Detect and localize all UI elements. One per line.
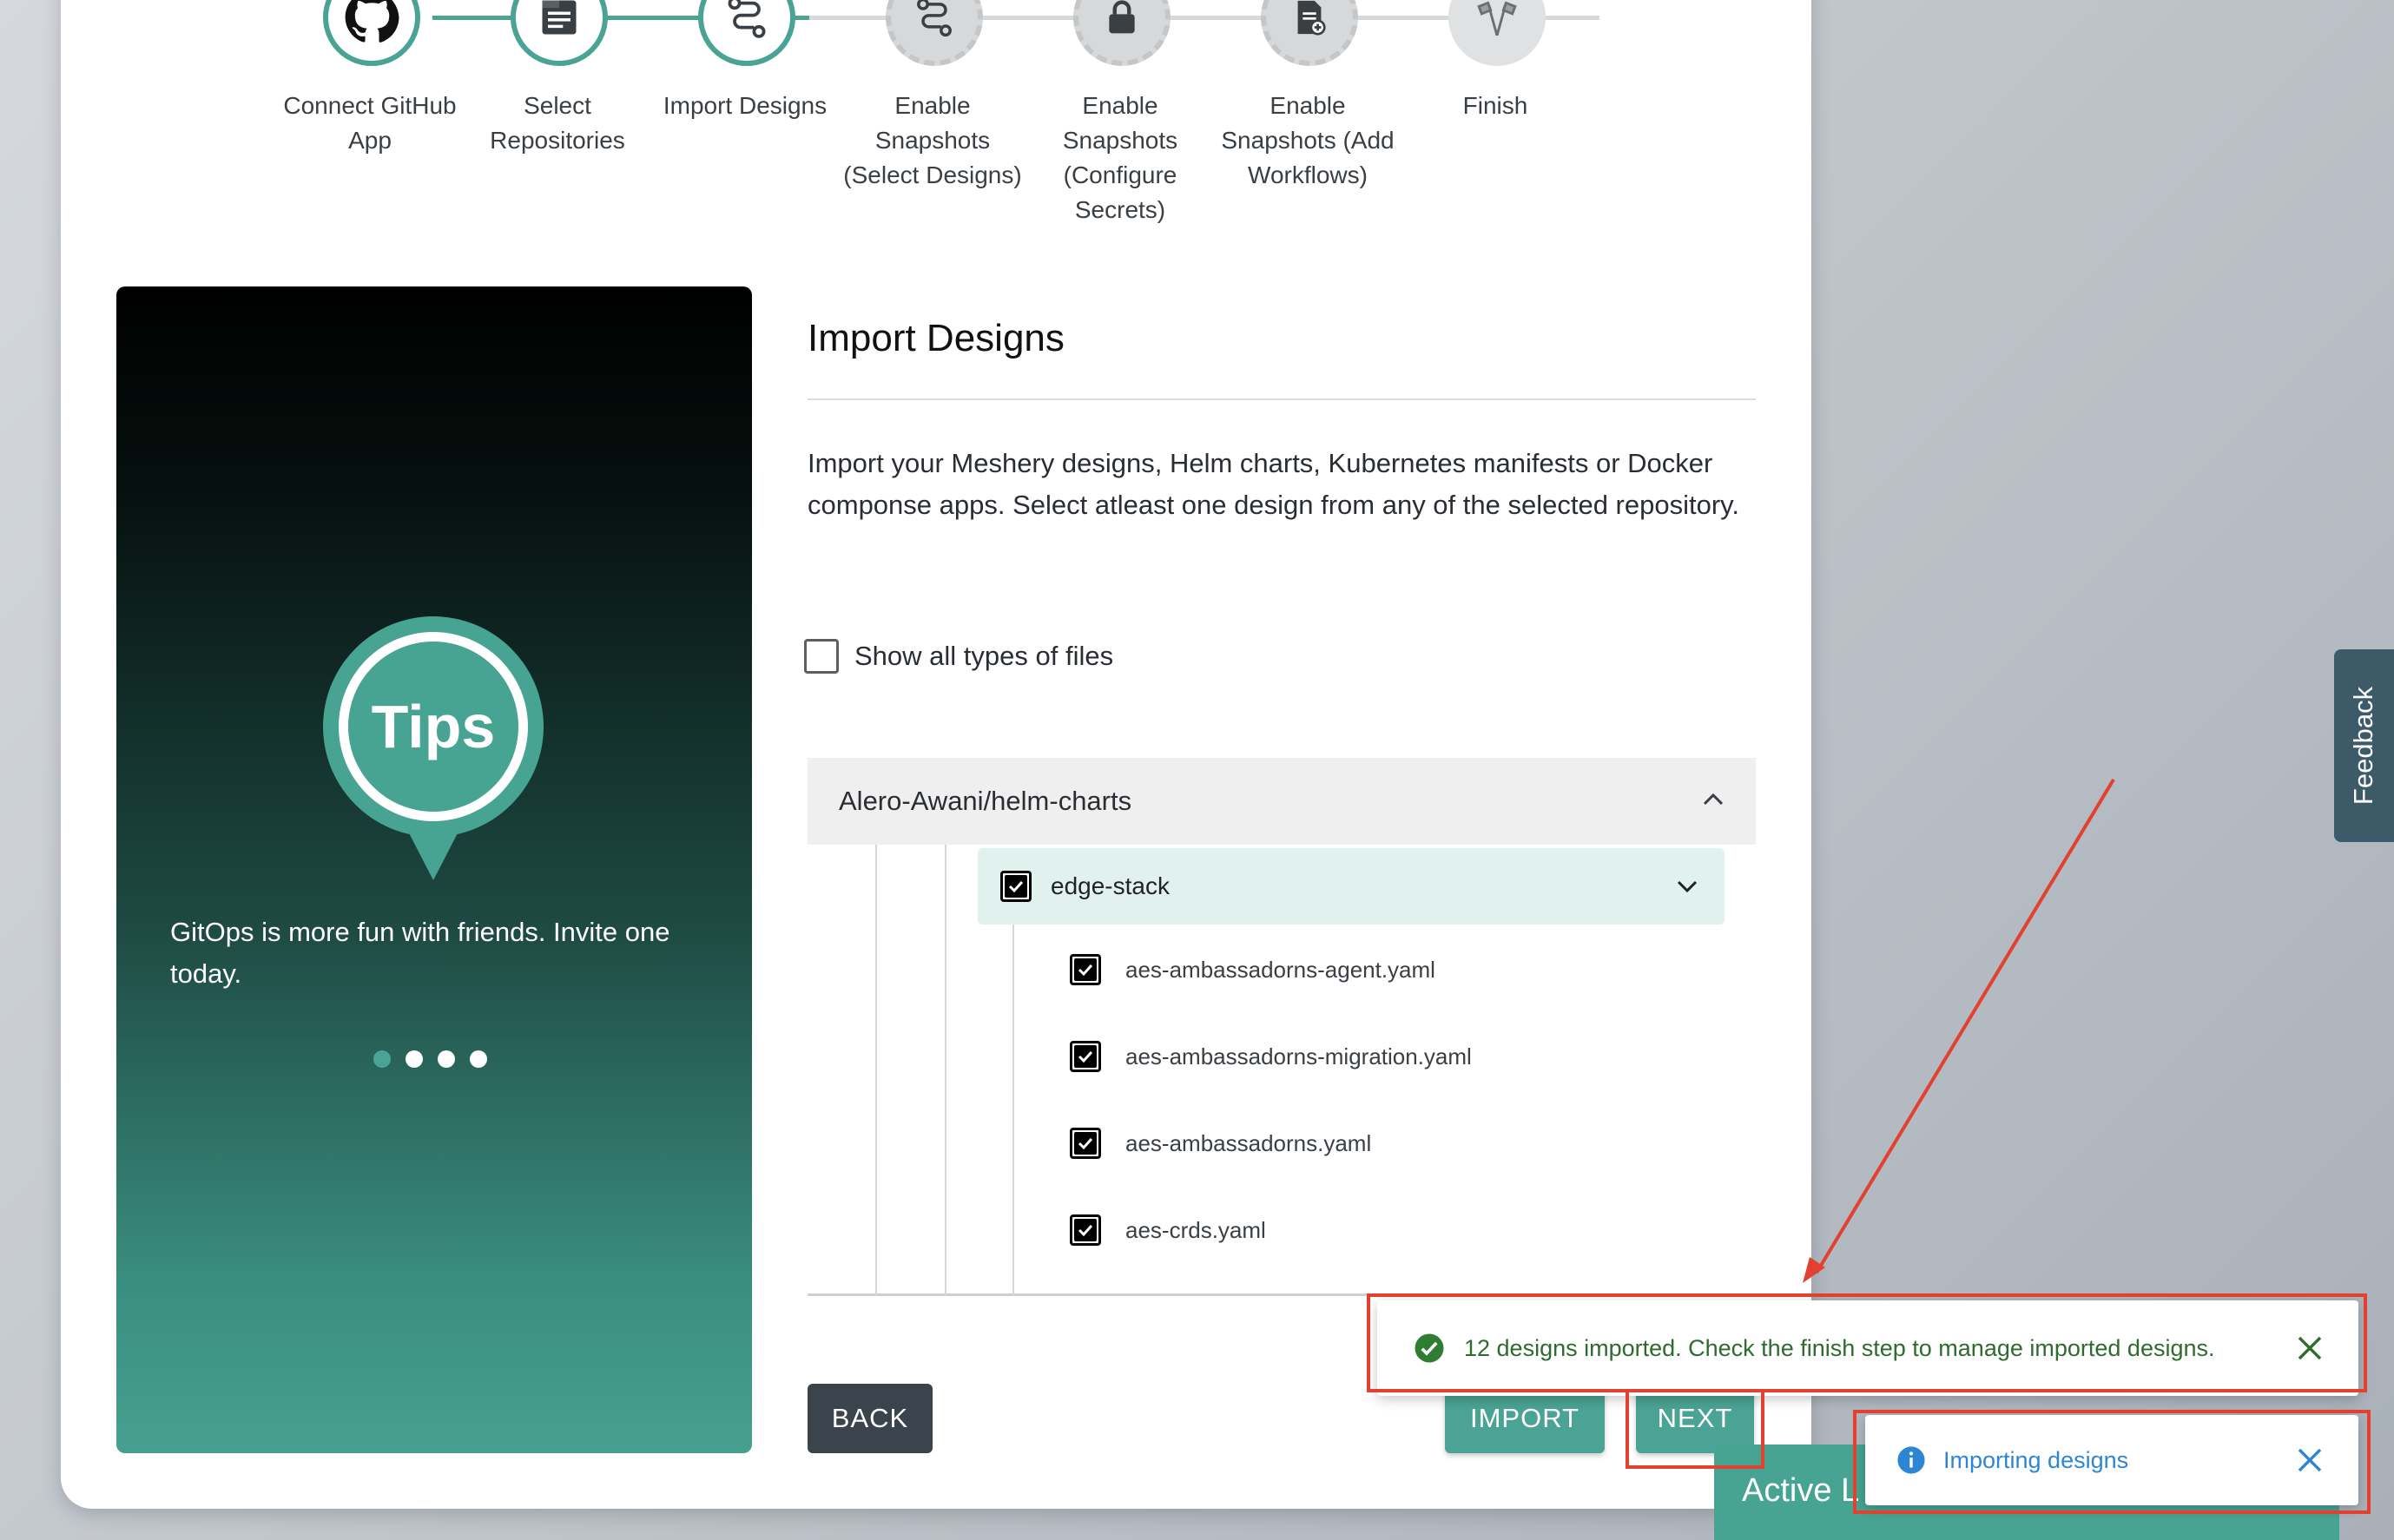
file-name: aes-crds.yaml: [1125, 1216, 1266, 1243]
repository-accordion: Alero-Awani/helm-charts edge-stack aes-a…: [808, 758, 1756, 1296]
step-label-snapshots-configure-secrets: Enable Snapshots (Configure Secrets): [1062, 92, 1178, 223]
file-checkbox[interactable]: [1070, 1214, 1101, 1246]
file-row[interactable]: aes-ambassadorns-agent.yaml: [1070, 944, 1435, 996]
file-row[interactable]: aes-crds.yaml: [1070, 1204, 1266, 1256]
step-snapshots-select-designs[interactable]: [886, 0, 983, 66]
title-divider: [808, 398, 1756, 400]
step-snapshots-add-workflows[interactable]: [1261, 0, 1358, 66]
import-icon: [722, 0, 771, 42]
folder-icon: [537, 0, 582, 40]
step-finish[interactable]: [1448, 0, 1546, 66]
workflow-settings-icon: [912, 0, 957, 40]
step-label-snapshots-select-designs: Enable Snapshots (Select Designs): [843, 92, 1022, 188]
folder-row-edge-stack[interactable]: edge-stack: [978, 848, 1725, 925]
file-name: aes-ambassadorns-agent.yaml: [1125, 956, 1435, 983]
carousel-dot-3[interactable]: [438, 1050, 455, 1068]
step-select-repositories[interactable]: [511, 0, 608, 66]
wizard-card: Connect GitHub App Select Repositories Imp…: [61, 0, 1811, 1509]
repository-name: Alero-Awani/helm-charts: [839, 786, 1132, 816]
show-all-files-label: Show all types of files: [854, 641, 1114, 671]
tree-guide-line: [1012, 925, 1014, 1296]
tips-badge: Tips: [323, 616, 544, 837]
step-label-snapshots-add-workflows: Enable Snapshots (Add Workflows): [1221, 92, 1395, 188]
step-label-finish: Finish: [1462, 92, 1528, 119]
import-description: Import your Meshery designs, Helm charts…: [808, 448, 1739, 520]
step-label-connect-github: Connect GitHub App: [283, 92, 457, 154]
tree-guide-line: [875, 845, 877, 1296]
step-label-import-designs: Import Designs: [663, 92, 828, 119]
step-connect-github[interactable]: [323, 0, 420, 66]
chevron-down-icon[interactable]: [1676, 879, 1698, 895]
file-checkbox[interactable]: [1070, 1041, 1101, 1072]
step-import-designs[interactable]: [698, 0, 795, 66]
repository-accordion-header[interactable]: Alero-Awani/helm-charts: [808, 758, 1756, 845]
chevron-up-icon[interactable]: [1702, 791, 1725, 806]
annotation-box-info-toast: [1853, 1410, 2371, 1514]
carousel-dot-2[interactable]: [406, 1050, 423, 1068]
carousel-dots[interactable]: [373, 1050, 487, 1068]
file-checkbox[interactable]: [1070, 954, 1101, 985]
step-snapshots-configure-secrets[interactable]: [1073, 0, 1171, 66]
tip-text: GitOps is more fun with friends. Invite …: [170, 917, 670, 989]
feedback-tab[interactable]: Feedback: [2334, 649, 2394, 842]
file-name: aes-ambassadorns.yaml: [1125, 1129, 1372, 1156]
tips-badge-pointer: [406, 826, 461, 880]
step-label-select-repositories: Select Repositories: [490, 92, 625, 154]
folder-name: edge-stack: [1051, 872, 1170, 899]
annotation-box-next-button: [1626, 1389, 1764, 1469]
file-checkbox[interactable]: [1070, 1128, 1101, 1159]
github-icon: [344, 0, 399, 45]
carousel-dot-1[interactable]: [373, 1050, 391, 1068]
file-row[interactable]: aes-ambassadorns.yaml: [1070, 1117, 1371, 1169]
file-name: aes-ambassadorns-migration.yaml: [1125, 1043, 1472, 1069]
tips-carousel: Tips GitOps is more fun with friends. In…: [116, 286, 752, 1453]
file-row[interactable]: aes-ambassadorns-migration.yaml: [1070, 1030, 1472, 1083]
back-button[interactable]: BACK: [808, 1384, 933, 1453]
lock-icon: [1103, 0, 1141, 36]
feedback-label: Feedback: [2348, 686, 2379, 806]
show-all-files-checkbox[interactable]: [804, 639, 839, 674]
annotation-box-success-toast: [1367, 1293, 2367, 1392]
folder-checkbox[interactable]: [1000, 871, 1032, 902]
checkered-flags-icon: [1475, 0, 1519, 39]
tree-guide-line: [945, 845, 946, 1296]
carousel-dot-4[interactable]: [470, 1050, 487, 1068]
document-add-icon: [1289, 0, 1329, 37]
page-title: Import Designs: [808, 317, 1065, 359]
